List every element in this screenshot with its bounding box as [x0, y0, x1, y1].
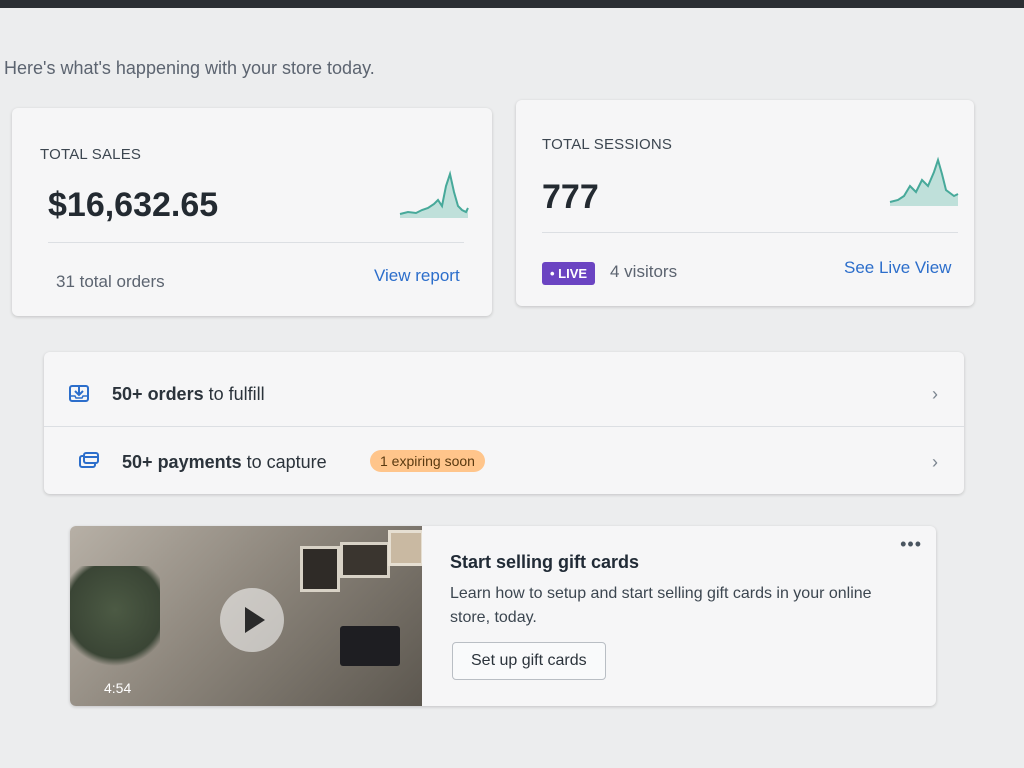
chevron-right-icon: ›	[932, 452, 938, 472]
play-icon[interactable]	[220, 588, 284, 652]
total-sessions-label: TOTAL SESSIONS	[542, 136, 673, 153]
orders-noun: orders	[147, 384, 204, 404]
total-orders-text: 31 total orders	[56, 272, 165, 291]
tasks-card: 50+ orders to fulfill › 50+ payments to …	[44, 352, 964, 494]
payments-to-capture-text: 50+ payments to capture	[122, 452, 327, 473]
live-badge: • LIVE	[542, 262, 596, 285]
inbox-download-icon	[69, 385, 89, 402]
set-up-gift-cards-button[interactable]: Set up gift cards	[452, 642, 606, 680]
sales-divider	[48, 242, 464, 243]
total-sales-card: TOTAL SALES $16,632.65 31 total orders V…	[12, 108, 492, 316]
video-duration: 4:54	[104, 680, 132, 696]
total-sales-label: TOTAL SALES	[40, 146, 142, 163]
video-thumbnail[interactable]: 4:54	[70, 526, 422, 706]
payments-to-capture-row[interactable]: 50+ payments to capture 1 expiring soon …	[44, 428, 964, 494]
gift-cards-promo-card: 4:54 Start selling gift cards Learn how …	[70, 526, 936, 706]
laptop-image	[340, 626, 400, 666]
expiring-soon-badge: 1 expiring soon	[370, 450, 485, 472]
screen-bezel	[0, 0, 1024, 8]
view-report-link[interactable]: View report	[374, 266, 460, 286]
wall-frame-image	[388, 530, 422, 566]
page-subtitle: Here's what's happening with your store …	[4, 58, 375, 78]
chevron-right-icon: ›	[932, 384, 938, 404]
tasks-divider	[44, 426, 964, 427]
sessions-divider	[542, 232, 958, 233]
payments-rest: to capture	[246, 452, 327, 472]
sessions-sparkline	[889, 156, 959, 206]
more-actions-icon[interactable]: •••	[900, 534, 922, 555]
total-sales-value: $16,632.65	[48, 186, 219, 224]
promo-description: Learn how to setup and start selling gif…	[450, 585, 872, 626]
orders-count: 50+	[112, 384, 143, 404]
sales-sparkline	[399, 170, 469, 218]
payments-count: 50+	[122, 452, 153, 472]
total-sessions-value: 777	[542, 178, 599, 216]
plant-image	[70, 566, 160, 676]
payments-noun: payments	[157, 452, 242, 472]
payment-card-icon	[79, 452, 99, 468]
orders-rest: to fulfill	[208, 384, 265, 404]
wall-frame-image	[340, 542, 390, 578]
orders-to-fulfill-row[interactable]: 50+ orders to fulfill ›	[44, 360, 964, 426]
total-sessions-card: TOTAL SESSIONS 777 • LIVE 4 visitors See…	[516, 100, 974, 306]
live-visitors-text: 4 visitors	[610, 262, 678, 281]
promo-title: Start selling gift cards	[450, 552, 640, 572]
see-live-view-link[interactable]: See Live View	[844, 258, 951, 278]
wall-frame-image	[300, 546, 340, 592]
orders-to-fulfill-text: 50+ orders to fulfill	[112, 384, 265, 405]
